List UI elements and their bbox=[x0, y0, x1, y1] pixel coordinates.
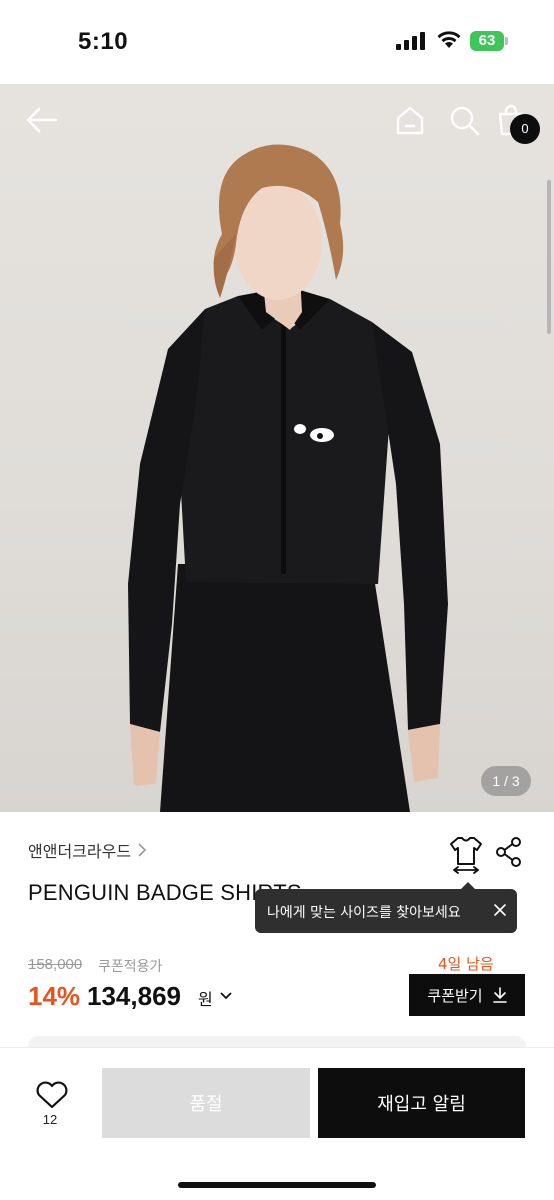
back-arrow-icon[interactable] bbox=[24, 102, 60, 138]
soldout-button: 품절 bbox=[102, 1068, 310, 1138]
close-icon[interactable] bbox=[493, 903, 507, 917]
share-icon[interactable] bbox=[494, 836, 524, 868]
size-tooltip: 나에게 맞는 사이즈를 찾아보세요 bbox=[255, 882, 517, 933]
currency-label: 원 bbox=[198, 990, 213, 1009]
discount-rate: 14% bbox=[28, 981, 81, 1011]
like-count: 12 bbox=[42, 1112, 58, 1127]
image-counter: 1 / 3 bbox=[481, 766, 531, 796]
chevron-right-icon bbox=[138, 843, 147, 857]
chevron-down-icon[interactable] bbox=[219, 989, 233, 1003]
home-indicator bbox=[178, 1182, 376, 1188]
original-price: 158,000 bbox=[28, 956, 83, 973]
battery-tip bbox=[505, 37, 508, 45]
brand-link[interactable]: 앤앤더크라우드 bbox=[28, 838, 147, 862]
status-time: 5:10 bbox=[78, 28, 129, 55]
search-icon[interactable] bbox=[446, 102, 482, 138]
product-photo bbox=[128, 144, 448, 812]
product-image-carousel[interactable]: 0 1 / 3 bbox=[0, 84, 554, 812]
tooltip-text: 나에게 맞는 사이즈를 찾아보세요 bbox=[267, 905, 461, 921]
brand-name: 앤앤더크라우드 bbox=[28, 842, 132, 861]
signal-icon bbox=[396, 32, 425, 50]
cart-count-badge: 0 bbox=[510, 114, 540, 144]
tooltip-arrow bbox=[461, 882, 475, 889]
home-icon[interactable] bbox=[392, 102, 428, 138]
download-icon bbox=[492, 987, 507, 1003]
sale-price: 134,869 bbox=[87, 981, 181, 1011]
restock-alert-button[interactable]: 재입고 알림 bbox=[318, 1068, 525, 1138]
coupon-button-label: 쿠폰받기 bbox=[427, 986, 483, 1005]
status-bar: 5:10 63 bbox=[0, 0, 554, 84]
coupon-price-label: 쿠폰적용가 bbox=[98, 959, 163, 975]
size-guide-icon[interactable] bbox=[448, 834, 484, 874]
heart-icon[interactable] bbox=[32, 1080, 72, 1110]
scroll-indicator bbox=[547, 180, 551, 334]
get-coupon-button[interactable]: 쿠폰받기 bbox=[409, 974, 525, 1016]
wifi-icon bbox=[437, 31, 461, 48]
battery-icon: 63 bbox=[470, 31, 504, 51]
days-left-label: 4일 남음 bbox=[438, 955, 494, 973]
